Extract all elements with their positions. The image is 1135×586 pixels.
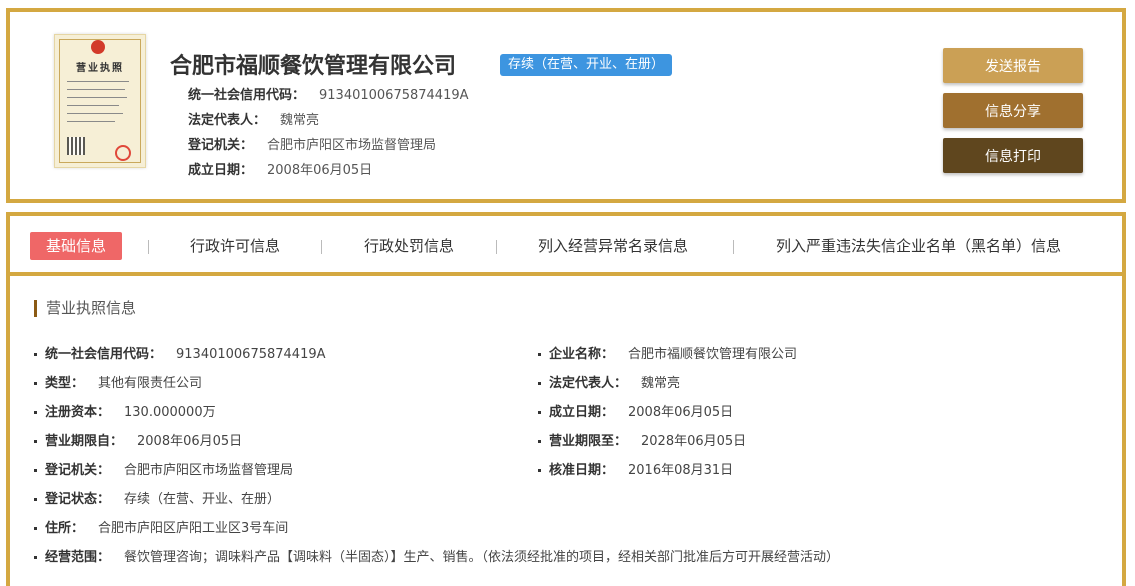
founded-label: 成立日期： (188, 163, 254, 178)
tab-separator (148, 240, 149, 254)
print-info-button[interactable]: 信息打印 (943, 138, 1083, 173)
field-label: 营业期限至： (549, 434, 628, 449)
tab-separator (733, 240, 734, 254)
license-text-line (67, 81, 129, 82)
section-title: 营业执照信息 (34, 300, 136, 317)
send-report-button[interactable]: 发送报告 (943, 48, 1083, 83)
field-value: 2028年06月05日 (641, 434, 747, 449)
license-text-line (67, 113, 123, 114)
tab-abnormal-list[interactable]: 列入经营异常名录信息 (538, 232, 688, 260)
tab-blacklist[interactable]: 列入严重违法失信企业名单（黑名单）信息 (776, 232, 1061, 260)
company-name: 合肥市福顺餐饮管理有限公司 (170, 54, 457, 79)
field-label: 登记机关： (45, 463, 111, 478)
bullet-icon (538, 353, 541, 356)
authority-value: 合肥市庐阳区市场监督管理局 (267, 138, 437, 153)
field-reg-status: 登记状态： 存续（在营、开业、在册） (34, 488, 280, 507)
field-value: 餐饮管理咨询；调味料产品【调味料（半固态）】生产、销售。（依法须经批准的项目，经… (124, 550, 840, 565)
field-label: 营业期限自： (45, 434, 124, 449)
field-value: 存续（在营、开业、在册） (124, 492, 281, 507)
field-label: 注册资本： (45, 405, 111, 420)
field-capital: 注册资本： 130.000000万 (34, 401, 216, 420)
license-text-line (67, 89, 125, 90)
bullet-icon (34, 382, 37, 385)
company-header-card: 营业执照 合肥市福顺餐饮管理有限公司 存续（在营、开业、在册） 统一社会信用代码… (6, 8, 1126, 203)
field-value: 魏常亮 (641, 376, 681, 391)
official-seal-icon (115, 145, 131, 161)
field-label: 法定代表人： (549, 376, 628, 391)
header-founded: 成立日期： 2008年06月05日 (188, 159, 372, 178)
field-value: 合肥市庐阳区市场监督管理局 (124, 463, 294, 478)
field-company-name: 企业名称： 合肥市福顺餐饮管理有限公司 (538, 343, 797, 362)
national-emblem-icon (91, 40, 105, 54)
field-term-to: 营业期限至： 2028年06月05日 (538, 430, 746, 449)
license-text-line (67, 105, 119, 106)
tab-basic-info[interactable]: 基础信息 (30, 232, 123, 260)
credit-code-label: 统一社会信用代码： (188, 88, 306, 103)
field-label: 类型： (45, 376, 85, 391)
field-value: 130.000000万 (124, 405, 216, 420)
bullet-icon (538, 440, 541, 443)
legal-rep-value: 魏常亮 (280, 113, 320, 128)
field-value: 2008年06月05日 (628, 405, 734, 420)
bullet-icon (34, 469, 37, 472)
field-value: 2008年06月05日 (137, 434, 243, 449)
credit-code-value: 91340100675874419A (319, 88, 469, 103)
field-value: 2016年08月31日 (628, 463, 734, 478)
field-label: 登记状态： (45, 492, 111, 507)
field-term-from: 营业期限自： 2008年06月05日 (34, 430, 242, 449)
field-value: 其他有限责任公司 (98, 376, 203, 391)
field-credit-code: 统一社会信用代码： 91340100675874419A (34, 343, 326, 362)
header-credit-code: 统一社会信用代码： 91340100675874419A (188, 84, 469, 103)
tab-separator (321, 240, 322, 254)
bullet-icon (34, 440, 37, 443)
field-founded: 成立日期： 2008年06月05日 (538, 401, 733, 420)
field-scope: 经营范围： 餐饮管理咨询；调味料产品【调味料（半固态）】生产、销售。（依法须经批准… (34, 546, 839, 565)
field-approved: 核准日期： 2016年08月31日 (538, 459, 733, 478)
founded-value: 2008年06月05日 (267, 163, 373, 178)
field-value: 合肥市庐阳区庐阳工业区3号车间 (98, 521, 289, 536)
field-label: 经营范围： (45, 550, 111, 565)
field-label: 企业名称： (549, 347, 615, 362)
bullet-icon (34, 411, 37, 414)
bullet-icon (538, 411, 541, 414)
tab-admin-penalty[interactable]: 行政处罚信息 (364, 232, 454, 260)
license-text-line (67, 121, 115, 122)
field-value: 91340100675874419A (176, 347, 326, 362)
info-panel: 基础信息 行政许可信息 行政处罚信息 列入经营异常名录信息 列入严重违法失信企业… (6, 212, 1126, 586)
bullet-icon (34, 527, 37, 530)
bullet-icon (34, 498, 37, 501)
field-type: 类型： 其他有限责任公司 (34, 372, 202, 391)
license-thumb-title: 营业执照 (76, 63, 124, 74)
business-license-thumbnail[interactable]: 营业执照 (54, 34, 146, 168)
field-value: 合肥市福顺餐饮管理有限公司 (628, 347, 798, 362)
bullet-icon (538, 382, 541, 385)
field-label: 成立日期： (549, 405, 615, 420)
tab-separator (496, 240, 497, 254)
field-legal-rep: 法定代表人： 魏常亮 (538, 372, 680, 391)
bullet-icon (34, 556, 37, 559)
field-label: 核准日期： (549, 463, 615, 478)
field-label: 住所： (45, 521, 85, 536)
qr-code-icon (67, 137, 85, 155)
bullet-icon (538, 469, 541, 472)
field-authority: 登记机关： 合肥市庐阳区市场监督管理局 (34, 459, 293, 478)
license-text-line (67, 97, 127, 98)
tab-admin-license[interactable]: 行政许可信息 (190, 232, 280, 260)
authority-label: 登记机关： (188, 138, 254, 153)
legal-rep-label: 法定代表人： (188, 113, 267, 128)
header-legal-rep: 法定代表人： 魏常亮 (188, 109, 319, 128)
share-info-button[interactable]: 信息分享 (943, 93, 1083, 128)
bullet-icon (34, 353, 37, 356)
header-authority: 登记机关： 合肥市庐阳区市场监督管理局 (188, 134, 436, 153)
field-address: 住所： 合肥市庐阳区庐阳工业区3号车间 (34, 517, 288, 536)
status-badge: 存续（在营、开业、在册） (500, 54, 673, 76)
field-label: 统一社会信用代码： (45, 347, 163, 362)
tab-bar: 基础信息 行政许可信息 行政处罚信息 列入经营异常名录信息 列入严重违法失信企业… (10, 216, 1122, 276)
